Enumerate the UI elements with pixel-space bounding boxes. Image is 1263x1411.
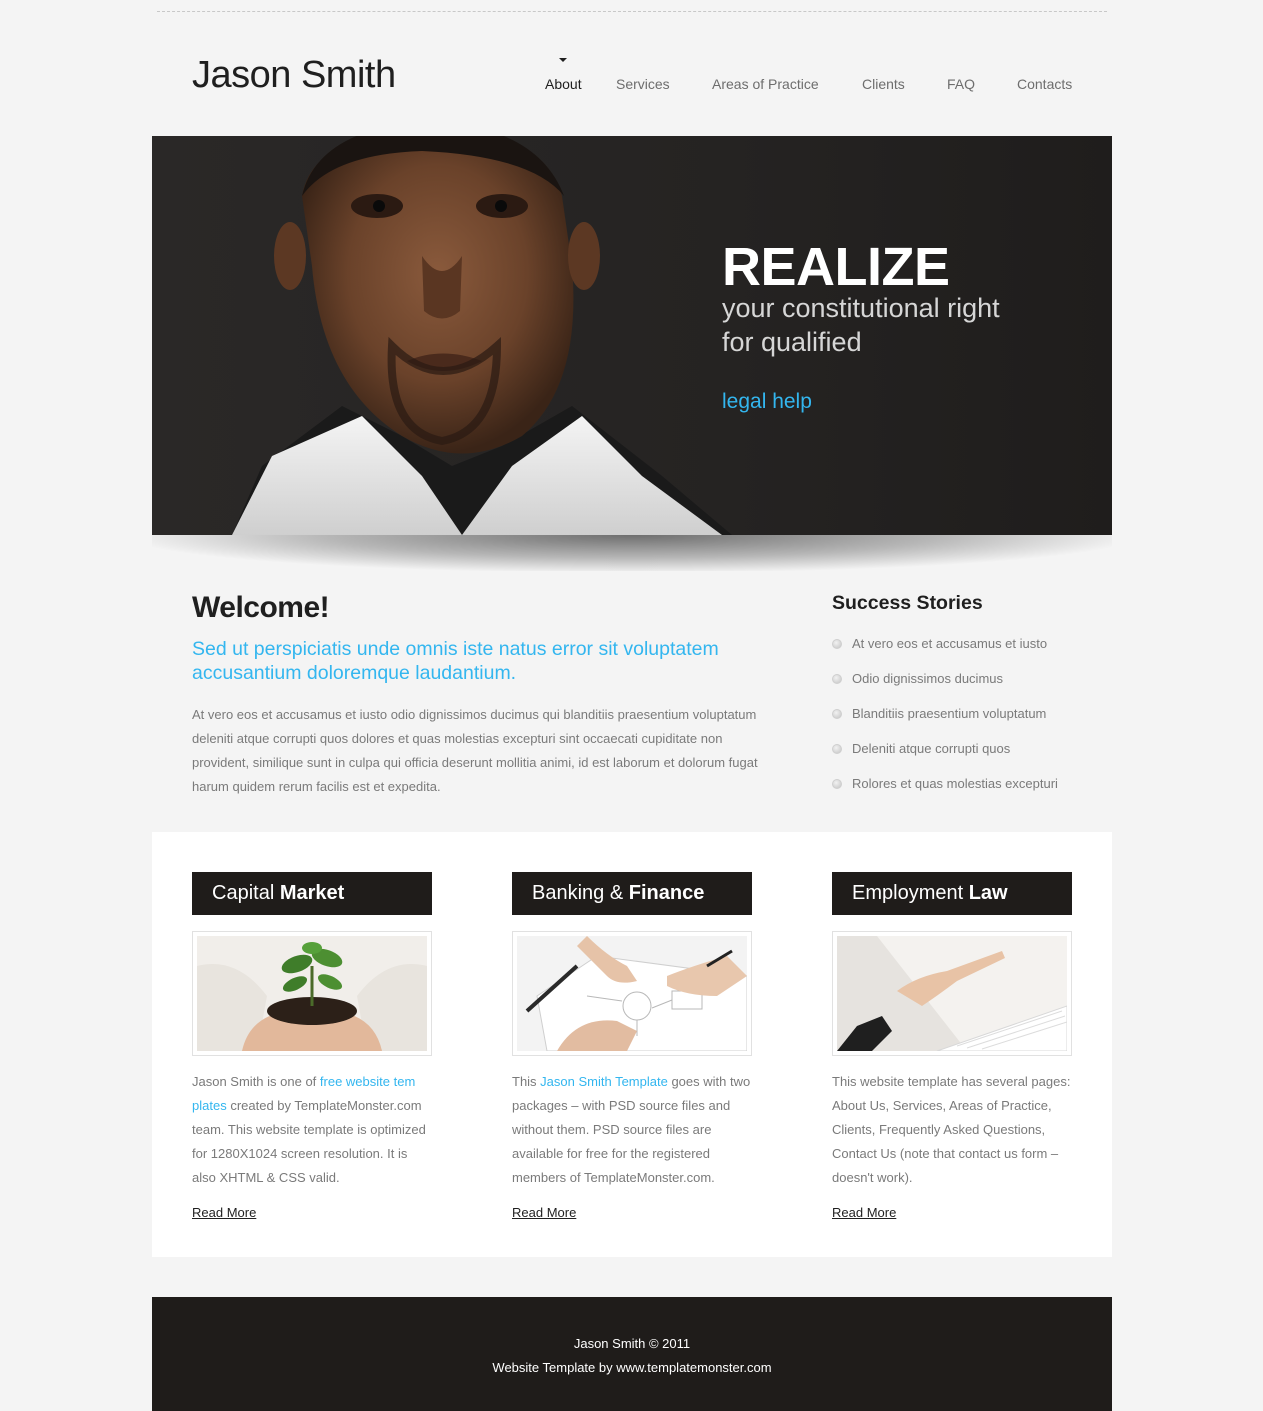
read-more-link[interactable]: Read More xyxy=(512,1205,576,1220)
list-item[interactable]: Deleniti atque corrupti quos xyxy=(832,737,1058,772)
column-capital-market: Capital Market Jason Smith is one of fre… xyxy=(192,872,432,1222)
laptop-hand-icon xyxy=(837,936,1067,1051)
list-item[interactable]: Rolores et quas molestias excepturi xyxy=(832,772,1058,807)
column-description: This Jason Smith Template goes with two … xyxy=(512,1070,752,1190)
hero-legal-help-link[interactable]: legal help xyxy=(722,390,812,414)
laptop-hand-image xyxy=(832,931,1072,1056)
site-footer: Jason Smith © 2011 Website Template by w… xyxy=(152,1297,1112,1411)
top-dashed-divider xyxy=(157,11,1107,12)
list-item[interactable]: Blanditiis praesentium voluptatum xyxy=(832,702,1058,737)
story-label: Blanditiis praesentium voluptatum xyxy=(852,706,1047,721)
heading-light: Capital xyxy=(212,882,280,904)
heading-light: Employment xyxy=(852,882,969,904)
column-description: This website template has several pages:… xyxy=(832,1070,1072,1190)
description-text: This website template has several pages:… xyxy=(832,1074,1071,1185)
footer-copyright: Jason Smith © 2011 xyxy=(573,1336,691,1351)
column-heading: Employment Law xyxy=(832,872,1072,915)
nav-services[interactable]: Services xyxy=(616,76,670,92)
story-label: Rolores et quas molestias excepturi xyxy=(852,776,1058,791)
nav-contacts[interactable]: Contacts xyxy=(1017,76,1072,92)
welcome-title: Welcome! xyxy=(192,591,330,624)
column-employment-law: Employment Law This website template has… xyxy=(832,872,1072,1222)
success-stories-list: At vero eos et accusamus et iusto Odio d… xyxy=(832,632,1058,807)
read-more-link[interactable]: Read More xyxy=(192,1205,256,1220)
bullet-icon xyxy=(832,639,842,649)
hero-subtitle-line-2: for qualified xyxy=(722,327,862,357)
bullet-icon xyxy=(832,709,842,719)
read-more-link[interactable]: Read More xyxy=(832,1205,896,1220)
story-label: Odio dignissimos ducimus xyxy=(852,671,1004,686)
description-text: Jason Smith is one of xyxy=(192,1074,320,1089)
column-description: Jason Smith is one of free website tem p… xyxy=(192,1070,432,1190)
nav-about[interactable]: About xyxy=(545,76,582,92)
list-item[interactable]: Odio dignissimos ducimus xyxy=(832,667,1058,702)
services-panel: Capital Market Jason Smith is one of fre… xyxy=(152,832,1112,1257)
plant-in-hands-icon xyxy=(197,936,427,1051)
column-heading: Capital Market xyxy=(192,872,432,915)
welcome-lead: Sed ut perspiciatis unde omnis iste natu… xyxy=(192,638,719,684)
nav-clients[interactable]: Clients xyxy=(862,76,905,92)
hero-subtitle-line-1: your constitutional right xyxy=(722,293,1000,323)
template-link[interactable]: Jason Smith Template xyxy=(540,1074,668,1089)
description-text: goes with two packages – with PSD source… xyxy=(512,1074,751,1185)
list-item[interactable]: At vero eos et accusamus et iusto xyxy=(832,632,1058,667)
welcome-body: At vero eos et accusamus et iusto odio d… xyxy=(192,707,758,794)
active-nav-marker-icon xyxy=(559,58,567,62)
bullet-icon xyxy=(832,779,842,789)
description-text: This xyxy=(512,1074,541,1089)
hero-portrait-image xyxy=(232,136,732,535)
nav-faq[interactable]: FAQ xyxy=(947,76,975,92)
documents-hands-image xyxy=(512,931,752,1056)
documents-hands-icon xyxy=(517,936,747,1051)
heading-light: Banking & xyxy=(532,882,629,904)
bullet-icon xyxy=(832,744,842,754)
heading-bold: Law xyxy=(968,882,1008,904)
footer-credit[interactable]: Website Template by www.templatemonster.… xyxy=(152,1360,1112,1375)
story-label: At vero eos et accusamus et iusto xyxy=(852,636,1048,651)
story-label: Deleniti atque corrupti quos xyxy=(852,741,1011,756)
hero-drop-shadow xyxy=(152,535,1112,571)
nav-areas-of-practice[interactable]: Areas of Practice xyxy=(712,76,819,92)
description-text: created by TemplateMonster.com team. Thi… xyxy=(192,1098,426,1185)
success-stories-title: Success Stories xyxy=(832,592,983,614)
hero-title: REALIZE xyxy=(722,237,950,297)
heading-bold: Finance xyxy=(628,882,705,904)
hero-banner: REALIZE your constitutional right for qu… xyxy=(152,136,1112,535)
column-banking-finance: Banking & Finance This Jason Smith Templ… xyxy=(512,872,752,1222)
bullet-icon xyxy=(832,674,842,684)
main-nav: About Services Areas of Practice Clients… xyxy=(0,76,1263,96)
plant-in-hands-image xyxy=(192,931,432,1056)
heading-bold: Market xyxy=(279,882,345,904)
column-heading: Banking & Finance xyxy=(512,872,752,915)
